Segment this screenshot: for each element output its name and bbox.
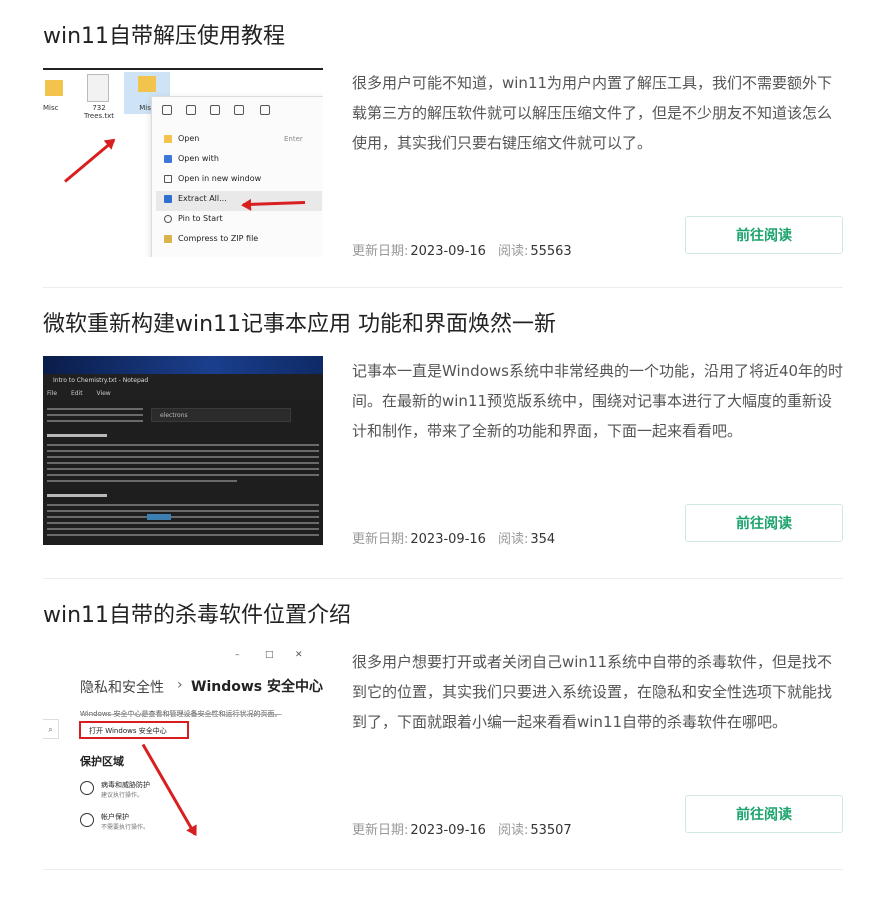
read-more-button[interactable]: 前往阅读 (685, 795, 843, 833)
virus-protection-label: 病毒和威胁防护 (101, 781, 150, 789)
menu-item: Extract All... (178, 194, 227, 203)
new-window-icon (164, 175, 172, 183)
copy-icon (186, 105, 196, 115)
minimize-icon: – (235, 650, 240, 660)
search-highlight (147, 514, 171, 520)
article-list: win11自带解压使用教程 Misc 732 Trees.txt Misc Op… (43, 0, 843, 870)
account-icon (80, 813, 94, 827)
file-label: 732 Trees.txt (83, 104, 115, 120)
breadcrumb-separator: › (177, 677, 183, 693)
menu-item: Open (178, 134, 200, 143)
update-date: 2023-09-16 (410, 823, 486, 838)
text-file-icon (87, 74, 109, 102)
breadcrumb-current: Windows 安全中心 (191, 679, 323, 695)
article-description: 很多用户可能不知道，win11为用户内置了解压工具，我们不需要额外下载第三方的解… (352, 74, 833, 152)
maximize-icon: □ (265, 650, 274, 660)
section-heading (47, 494, 107, 497)
update-date: 2023-09-16 (410, 244, 486, 259)
file-label: Misc (43, 104, 59, 112)
article-thumbnail[interactable]: Misc 732 Trees.txt Misc Open Enter Open … (43, 68, 323, 257)
notepad-title: Intro to Chemistry.txt - Notepad (43, 374, 323, 388)
read-count: 53507 (530, 823, 572, 838)
breadcrumb-parent: 隐私和安全性 (80, 680, 164, 696)
intro-text: Windows 安全中心是查看和管理设备安全性和运行状况的页面。 (80, 710, 282, 718)
article-thumbnail[interactable]: Intro to Chemistry.txt - Notepad File Ed… (43, 356, 323, 545)
menu-item: Pin to Start (178, 214, 223, 223)
read-more-button[interactable]: 前往阅读 (685, 216, 843, 254)
find-input: electrons (151, 408, 291, 422)
virus-protection-status: 建议执行操作。 (101, 792, 144, 799)
account-protection-status: 不需要执行操作。 (101, 824, 150, 831)
menu-item: Compress to ZIP file (178, 234, 259, 243)
read-label: 阅读: (497, 823, 529, 838)
open-icon (164, 135, 172, 143)
rename-icon (210, 105, 220, 115)
article-title[interactable]: 微软重新构建win11记事本应用 功能和界面焕然一新 (43, 310, 556, 340)
zip-icon (164, 235, 172, 243)
open-security-center-button: 打开 Windows 安全中心 (79, 721, 189, 739)
article-thumbnail[interactable]: – □ ✕ 隐私和安全性 › Windows 安全中心 Windows 安全中心… (43, 647, 323, 836)
protection-areas-heading: 保护区域 (80, 755, 124, 768)
zip-folder-icon (138, 76, 156, 92)
menu-item: Open in new window (178, 174, 262, 183)
article-meta: 更新日期: 2023-09-16 阅读: 354 (352, 528, 555, 547)
menu-item: Open with (178, 154, 219, 163)
folder-icon (45, 80, 63, 96)
article-title[interactable]: win11自带的杀毒软件位置介绍 (43, 601, 351, 631)
read-label: 阅读: (497, 244, 529, 259)
share-icon (234, 105, 244, 115)
divider (43, 68, 323, 70)
date-label: 更新日期: (352, 823, 409, 838)
article-card: win11自带解压使用教程 Misc 732 Trees.txt Misc Op… (43, 0, 843, 288)
read-label: 阅读: (497, 532, 529, 547)
read-more-button[interactable]: 前往阅读 (685, 504, 843, 542)
article-meta: 更新日期: 2023-09-16 阅读: 53507 (352, 819, 572, 838)
search-icon: ⌕ (43, 719, 59, 739)
notepad-menu: File Edit View (43, 388, 323, 400)
article-card: win11自带的杀毒软件位置介绍 – □ ✕ 隐私和安全性 › Windows … (43, 579, 843, 870)
desktop-wallpaper (43, 356, 323, 374)
read-count: 354 (530, 532, 556, 547)
article-description: 记事本一直是Windows系统中非常经典的一个功能，沿用了将近40年的时间。在最… (352, 362, 844, 440)
section-heading (47, 434, 107, 437)
article-title[interactable]: win11自带解压使用教程 (43, 22, 285, 52)
pin-icon (164, 215, 172, 223)
read-count: 55563 (530, 244, 572, 259)
close-icon: ✕ (295, 650, 303, 660)
date-label: 更新日期: (352, 532, 409, 547)
shortcut-label: Enter (284, 135, 303, 143)
context-menu: Open Enter Open with Open in new window … (151, 96, 323, 257)
date-label: 更新日期: (352, 244, 409, 259)
article-card: 微软重新构建win11记事本应用 功能和界面焕然一新 Intro to Chem… (43, 288, 843, 579)
article-description: 很多用户想要打开或者关闭自己win11系统中自带的杀毒软件，但是找不到它的位置，… (352, 653, 833, 731)
update-date: 2023-09-16 (410, 532, 486, 547)
extract-icon (164, 195, 172, 203)
shield-icon (80, 781, 94, 795)
delete-icon (260, 105, 270, 115)
cut-icon (162, 105, 172, 115)
article-meta: 更新日期: 2023-09-16 阅读: 55563 (352, 240, 572, 259)
red-arrow (64, 139, 115, 183)
account-protection-label: 帐户保护 (101, 813, 129, 821)
open-with-icon (164, 155, 172, 163)
